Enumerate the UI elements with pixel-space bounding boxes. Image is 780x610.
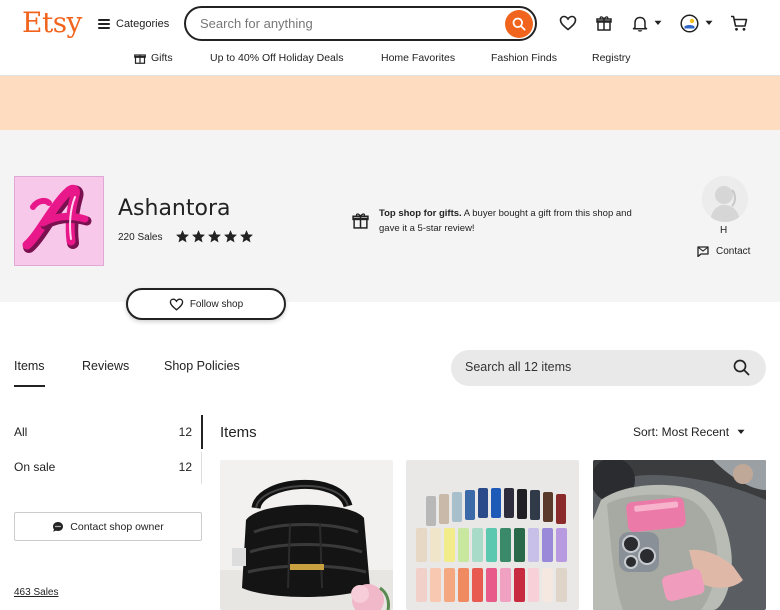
active-indicator (201, 415, 203, 449)
shop-logo-image (15, 177, 103, 265)
search-input[interactable] (200, 16, 500, 31)
shop-search-bar (451, 350, 766, 386)
sidebar-item-label: On sale (14, 460, 56, 474)
chevron-down-icon (705, 20, 713, 25)
notifications-button[interactable] (632, 13, 662, 33)
etsy-logo[interactable]: Etsy (22, 6, 82, 39)
search-icon (512, 17, 526, 31)
shop-logo[interactable] (14, 176, 104, 266)
heart-icon (559, 15, 577, 31)
chevron-down-icon (654, 20, 662, 25)
follow-shop-button[interactable]: Follow shop (126, 288, 286, 320)
search-icon[interactable] (733, 359, 750, 376)
divider (201, 452, 202, 484)
listing-card[interactable] (406, 460, 579, 610)
chat-icon (53, 521, 64, 532)
shop-sales-count: 220 Sales (118, 232, 163, 243)
sidebar-item-count: 12 (178, 425, 192, 439)
sidebar-item-all[interactable]: All 12 (14, 425, 192, 439)
listing-card[interactable] (593, 460, 766, 610)
star-icon (176, 230, 189, 243)
shop-banner (0, 76, 780, 130)
sidebar-item-count: 12 (178, 460, 192, 474)
sidebar-item-label: All (14, 425, 28, 439)
sidebar-item-on-sale[interactable]: On sale 12 (14, 460, 192, 474)
account-icon (680, 13, 699, 33)
owner-name: H (720, 225, 728, 236)
sort-dropdown[interactable]: Sort: Most Recent (633, 425, 745, 439)
listing-image (220, 460, 393, 610)
listing-card[interactable] (220, 460, 393, 610)
cart-button[interactable] (730, 13, 748, 33)
listing-image (406, 460, 579, 610)
account-button[interactable] (680, 13, 713, 33)
subnav-home-favorites[interactable]: Home Favorites (381, 52, 455, 64)
subnav-holiday-deals[interactable]: Up to 40% Off Holiday Deals (210, 52, 343, 64)
tab-reviews[interactable]: Reviews (82, 359, 129, 373)
sort-label: Sort: Most Recent (633, 425, 730, 439)
categories-label: Categories (116, 18, 170, 30)
star-icon (240, 230, 253, 243)
categories-button[interactable]: Categories (98, 15, 169, 33)
tab-items[interactable]: Items (14, 359, 45, 387)
chevron-down-icon (737, 429, 745, 434)
site-header: Etsy Categories Search for anything Gift… (0, 0, 780, 76)
star-icon (192, 230, 205, 243)
favorites-button[interactable] (559, 13, 577, 33)
shop-name: Ashantora (118, 196, 231, 221)
subnav-registry[interactable]: Registry (592, 52, 631, 64)
cart-icon (731, 15, 748, 31)
star-icon (224, 230, 237, 243)
avatar[interactable] (702, 176, 748, 222)
follow-label: Follow shop (189, 298, 244, 310)
search-bar (184, 6, 537, 41)
owner-avatar-image (702, 176, 748, 222)
heart-icon (169, 298, 184, 311)
subnav-gifts[interactable]: Gifts (134, 52, 173, 64)
search-button[interactable] (505, 9, 533, 38)
sales-link[interactable]: 463 Sales (14, 587, 58, 598)
tab-shop-policies[interactable]: Shop Policies (164, 359, 240, 373)
subnav-fashion-finds[interactable]: Fashion Finds (491, 52, 557, 64)
listing-image (593, 460, 766, 610)
message-icon (697, 246, 709, 257)
subnav-label: Gifts (151, 52, 173, 64)
menu-icon (98, 19, 110, 29)
contact-label: Contact (716, 246, 751, 257)
star-icon (208, 230, 221, 243)
shop-header: Ashantora 220 Sales Top shop for gifts. … (0, 130, 780, 302)
items-heading: Items (220, 424, 257, 441)
gift-icon (352, 213, 369, 229)
gift-icon (596, 16, 612, 31)
bell-icon (632, 16, 648, 32)
gift-icon (134, 54, 146, 64)
rating-stars (175, 229, 254, 244)
contact-shop-owner-button[interactable]: Contact shop owner (14, 512, 202, 541)
gift-button[interactable] (596, 13, 612, 33)
top-shop-text: Top shop for gifts. A buyer bought a gif… (379, 206, 652, 236)
top-shop-notice: Top shop for gifts. A buyer bought a gif… (352, 206, 652, 236)
sub-navigation: Gifts Up to 40% Off Holiday Deals Home F… (0, 52, 780, 66)
top-shop-heading: Top shop for gifts. (379, 208, 462, 219)
shop-search-input[interactable] (465, 360, 725, 374)
contact-shop-owner-label: Contact shop owner (70, 520, 164, 533)
contact-button[interactable]: Contact (697, 246, 750, 257)
